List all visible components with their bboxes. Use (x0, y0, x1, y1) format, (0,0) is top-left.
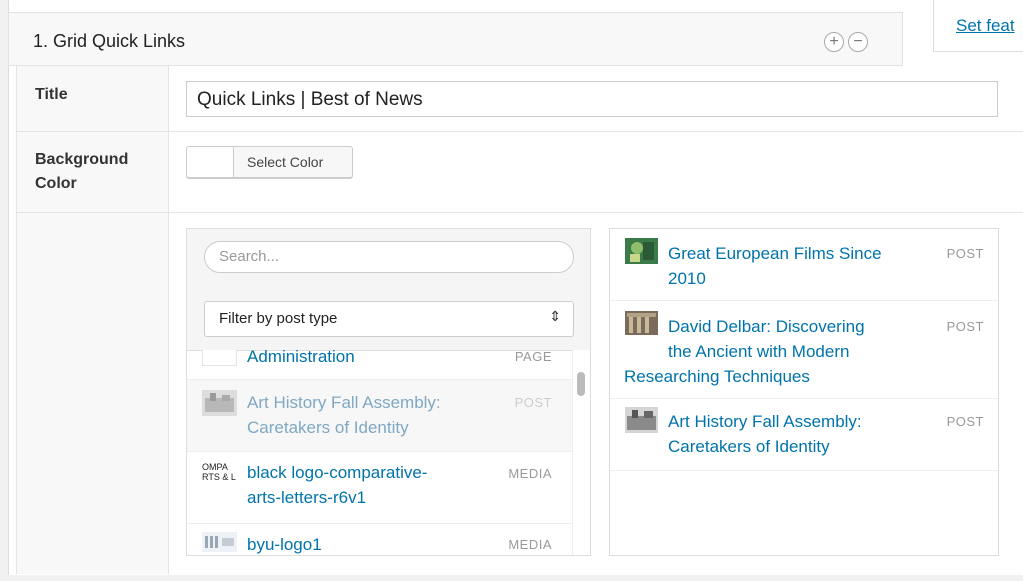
list-item[interactable]: byu-logo1 MEDIA (187, 524, 572, 555)
minus-circle-icon[interactable]: − (848, 32, 868, 52)
list-item[interactable]: Art History Fall Assembly: Caretakers of… (187, 380, 572, 452)
picker-results-list: Administration PAGE Art History Fall Ass… (187, 350, 572, 555)
selected-item-title-line2: the Ancient with Modern (668, 342, 850, 361)
side-panel-tab: Set feat (933, 0, 1023, 52)
post-type-filter[interactable]: Filter by post type ⇕ (204, 301, 574, 337)
widget-title: 1. Grid Quick Links (33, 31, 186, 51)
selected-item-type: POST (946, 319, 984, 334)
color-swatch (187, 147, 234, 177)
updown-arrows-icon: ⇕ (549, 308, 561, 324)
selected-items-panel: Great European Films Since 2010 POST Dav… (609, 228, 999, 556)
selected-item-title: Art History Fall Assembly: (668, 412, 862, 431)
item-title-line2: Caretakers of Identity (247, 418, 409, 437)
item-type: MEDIA (508, 466, 552, 481)
select-color-button[interactable]: Select Color (186, 146, 353, 178)
filter-selected-value: Filter by post type (219, 310, 338, 327)
list-item[interactable]: OMPA RTS & L black logo-comparative- art… (187, 452, 572, 524)
background-color-label: Background (35, 151, 129, 168)
selected-item[interactable]: Great European Films Since 2010 POST (610, 229, 998, 301)
scrollbar-thumb[interactable] (577, 372, 585, 396)
row-divider (16, 212, 1023, 213)
selected-item-title-line3: Researching Techniques (624, 367, 810, 386)
item-title-line2: arts-letters-r6v1 (247, 488, 367, 507)
logo-thumbnail-icon: OMPA RTS & L (202, 462, 236, 482)
list-scrollbar[interactable] (572, 350, 590, 555)
row-divider (16, 131, 1023, 132)
photo-thumbnail-icon (202, 390, 237, 416)
set-featured-link[interactable]: Set feat (956, 16, 1015, 36)
item-title: Administration (247, 350, 355, 366)
selected-item-title: David Delbar: Discovering (668, 317, 865, 336)
list-item[interactable]: Administration PAGE (187, 350, 572, 380)
select-color-label: Select Color (247, 154, 324, 170)
post-picker-panel: Search... Filter by post type ⇕ Administ… (186, 228, 591, 556)
selected-item-title: Great European Films Since (668, 244, 882, 263)
item-type: MEDIA (508, 537, 552, 552)
background-color-label-line2: Color (35, 175, 77, 192)
photo-thumbnail-icon (625, 407, 658, 433)
widget-header[interactable]: 1. Grid Quick Links + − (8, 12, 903, 66)
title-input[interactable]: Quick Links | Best of News (186, 81, 998, 117)
green-photo-thumbnail-icon (625, 238, 658, 264)
selected-item[interactable]: Art History Fall Assembly: Caretakers of… (610, 399, 998, 471)
logo-thumbnail-icon (202, 532, 237, 552)
item-title: Art History Fall Assembly: (247, 393, 441, 412)
selected-item-title-line2: 2010 (668, 269, 706, 288)
item-title: black logo-comparative- (247, 463, 428, 482)
item-type: PAGE (514, 350, 552, 364)
item-type: POST (514, 395, 552, 410)
plus-circle-icon[interactable]: + (824, 32, 844, 52)
blank-thumbnail-icon (202, 350, 237, 366)
selected-item-type: POST (946, 246, 984, 261)
building-photo-thumbnail-icon (625, 311, 658, 335)
selected-item-title-line2: Caretakers of Identity (668, 437, 830, 456)
title-label: Title (35, 86, 68, 103)
search-input[interactable]: Search... (204, 241, 574, 273)
item-title: byu-logo1 (247, 535, 322, 554)
label-column (16, 66, 169, 574)
selected-item-type: POST (946, 414, 984, 429)
selected-item[interactable]: David Delbar: Discovering the Ancient wi… (610, 301, 998, 399)
picker-controls: Search... Filter by post type ⇕ (187, 229, 590, 351)
